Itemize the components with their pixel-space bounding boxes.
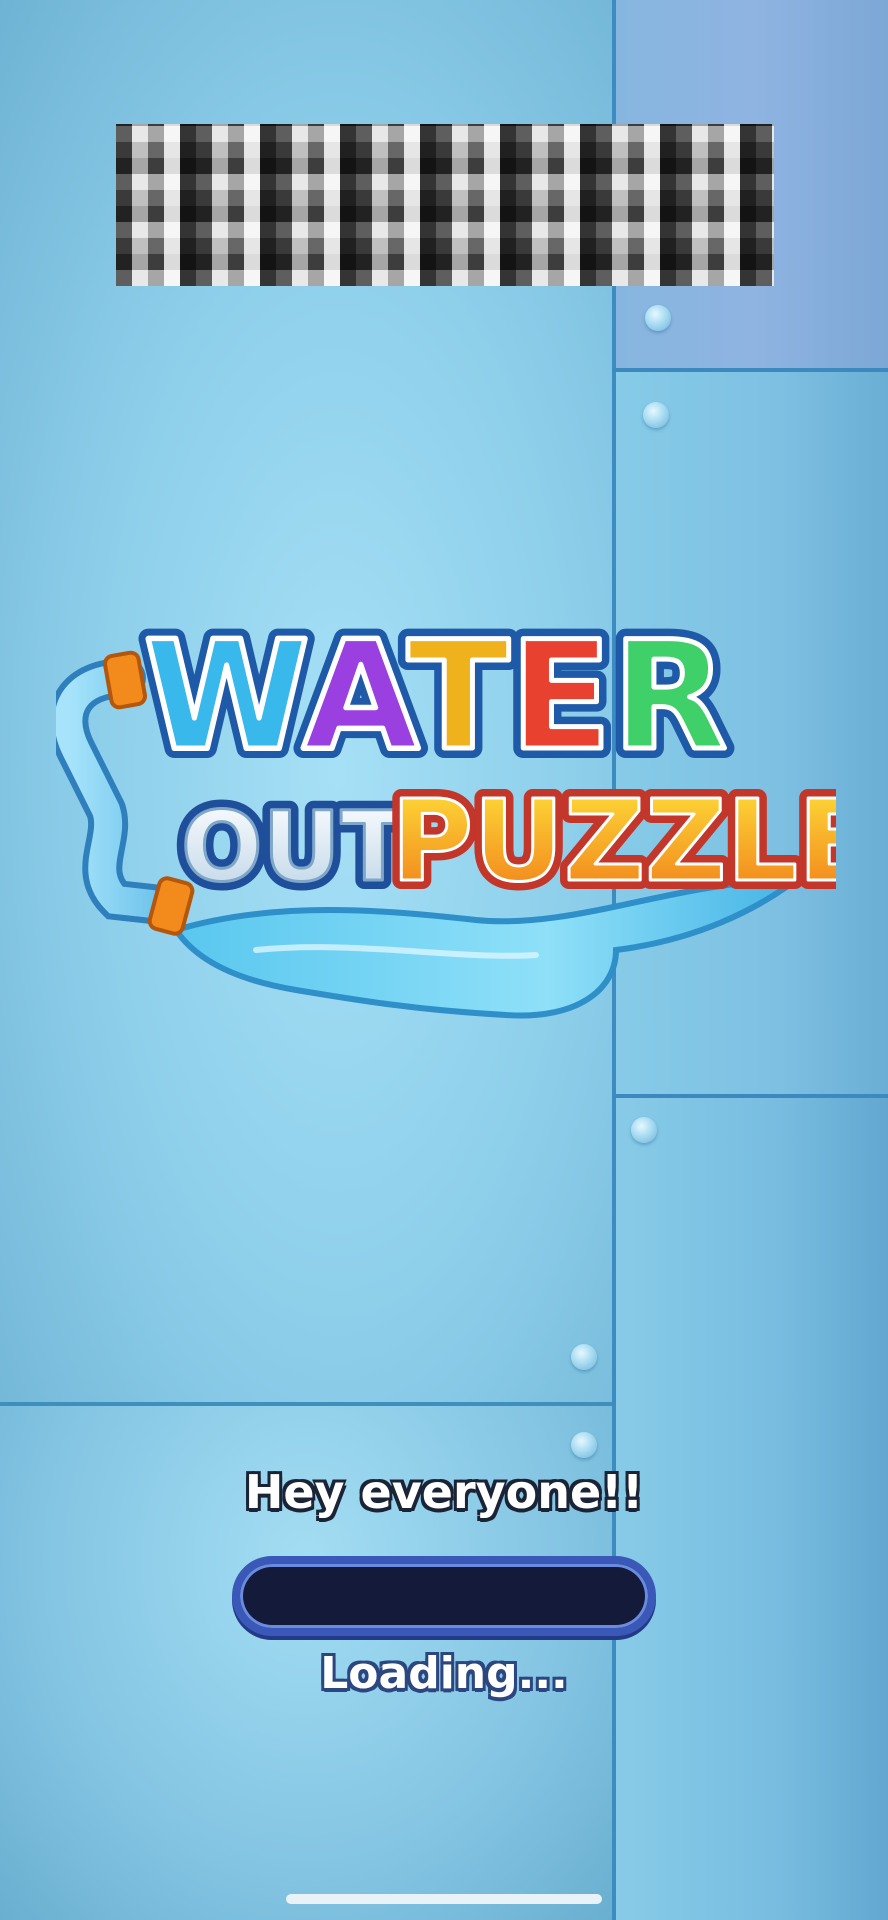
loading-label: Loading... — [320, 1648, 568, 1699]
svg-text:WATER: WATER — [144, 610, 727, 784]
rivet — [571, 1432, 597, 1458]
rivet — [643, 402, 669, 428]
rivet — [631, 1117, 657, 1143]
loading-progress-bar — [232, 1556, 656, 1636]
title-out: OUT — [181, 791, 406, 903]
rivet — [645, 305, 671, 331]
greeting-text: Hey everyone!! — [244, 1465, 644, 1519]
game-logo: WATER WA WATER OUT OUT PUZZLE PUZZLE — [56, 600, 836, 1019]
title-puzzle: PUZZLE — [391, 777, 836, 907]
rivet — [571, 1344, 597, 1370]
pixelated-banner — [116, 124, 774, 286]
home-indicator[interactable] — [286, 1894, 602, 1904]
